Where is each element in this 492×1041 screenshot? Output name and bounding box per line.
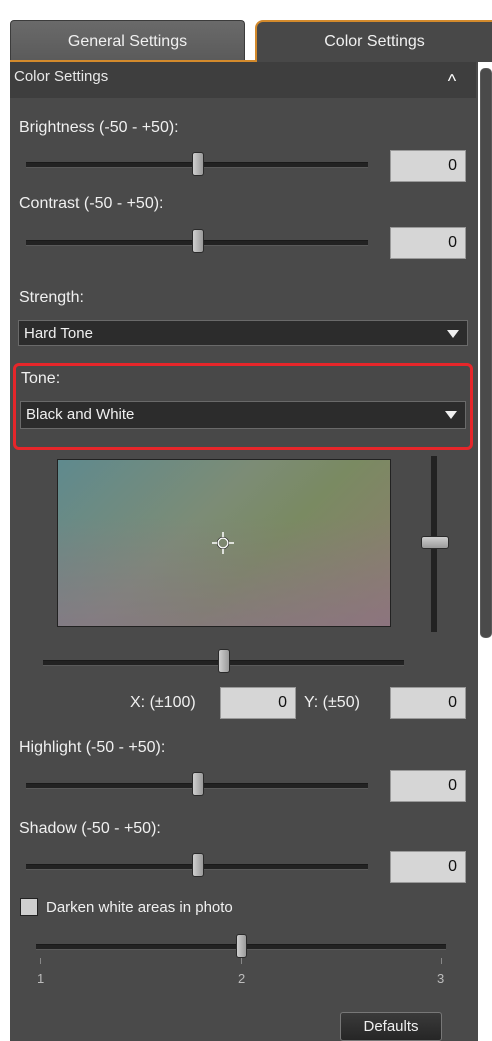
brightness-label: Brightness (-50 - +50): bbox=[19, 119, 179, 136]
level-tick bbox=[441, 958, 442, 964]
darken-checkbox[interactable] bbox=[20, 898, 38, 916]
level-tick-label-3: 3 bbox=[437, 971, 445, 986]
scrollbar-thumb[interactable] bbox=[480, 68, 492, 638]
level-tick bbox=[40, 958, 41, 964]
level-tick bbox=[241, 958, 242, 964]
section-title: Color Settings bbox=[14, 68, 109, 85]
x-label: X: (±100) bbox=[130, 694, 196, 711]
tone-y-slider-thumb[interactable] bbox=[421, 536, 449, 549]
strength-selected: Hard Tone bbox=[24, 325, 93, 342]
y-label: Y: (±50) bbox=[304, 694, 360, 711]
y-value-field[interactable]: 0 bbox=[390, 687, 466, 719]
tone-selected: Black and White bbox=[26, 406, 135, 423]
highlight-slider-thumb[interactable] bbox=[192, 772, 204, 796]
tone-x-slider-thumb[interactable] bbox=[218, 649, 230, 673]
tab-color-settings-label: Color Settings bbox=[324, 33, 425, 50]
contrast-label: Contrast (-50 - +50): bbox=[19, 195, 164, 212]
level-tick-label-1: 1 bbox=[37, 971, 45, 986]
highlight-value-field[interactable]: 0 bbox=[390, 770, 466, 802]
crosshair-icon[interactable] bbox=[212, 532, 234, 554]
chevron-down-icon bbox=[445, 411, 457, 419]
brightness-value-field[interactable]: 0 bbox=[390, 150, 466, 182]
shadow-slider-thumb[interactable] bbox=[192, 853, 204, 877]
shadow-label: Shadow (-50 - +50): bbox=[19, 820, 161, 837]
strength-dropdown[interactable]: Hard Tone bbox=[18, 320, 468, 346]
contrast-slider-thumb[interactable] bbox=[192, 229, 204, 253]
tone-dropdown[interactable]: Black and White bbox=[20, 401, 466, 429]
chevron-down-icon bbox=[447, 330, 459, 338]
strength-label: Strength: bbox=[19, 289, 84, 306]
contrast-value-field[interactable]: 0 bbox=[390, 227, 466, 259]
tab-general-settings-label: General Settings bbox=[67, 32, 188, 50]
tab-color-settings[interactable]: Color Settings bbox=[255, 20, 492, 62]
darken-label: Darken white areas in photo bbox=[46, 899, 233, 916]
highlight-label: Highlight (-50 - +50): bbox=[19, 739, 166, 756]
section-header[interactable]: Color Settings bbox=[10, 62, 476, 98]
brightness-slider-thumb[interactable] bbox=[192, 152, 204, 176]
collapse-chevron-icon[interactable]: ^ bbox=[440, 70, 464, 92]
level-slider-thumb[interactable] bbox=[236, 934, 247, 958]
tab-general-settings[interactable]: General Settings bbox=[10, 20, 245, 62]
tone-label: Tone: bbox=[21, 370, 61, 387]
shadow-value-field[interactable]: 0 bbox=[390, 851, 466, 883]
x-value-field[interactable]: 0 bbox=[220, 687, 296, 719]
level-tick-label-2: 2 bbox=[238, 971, 246, 986]
defaults-button[interactable]: Defaults bbox=[340, 1012, 442, 1041]
